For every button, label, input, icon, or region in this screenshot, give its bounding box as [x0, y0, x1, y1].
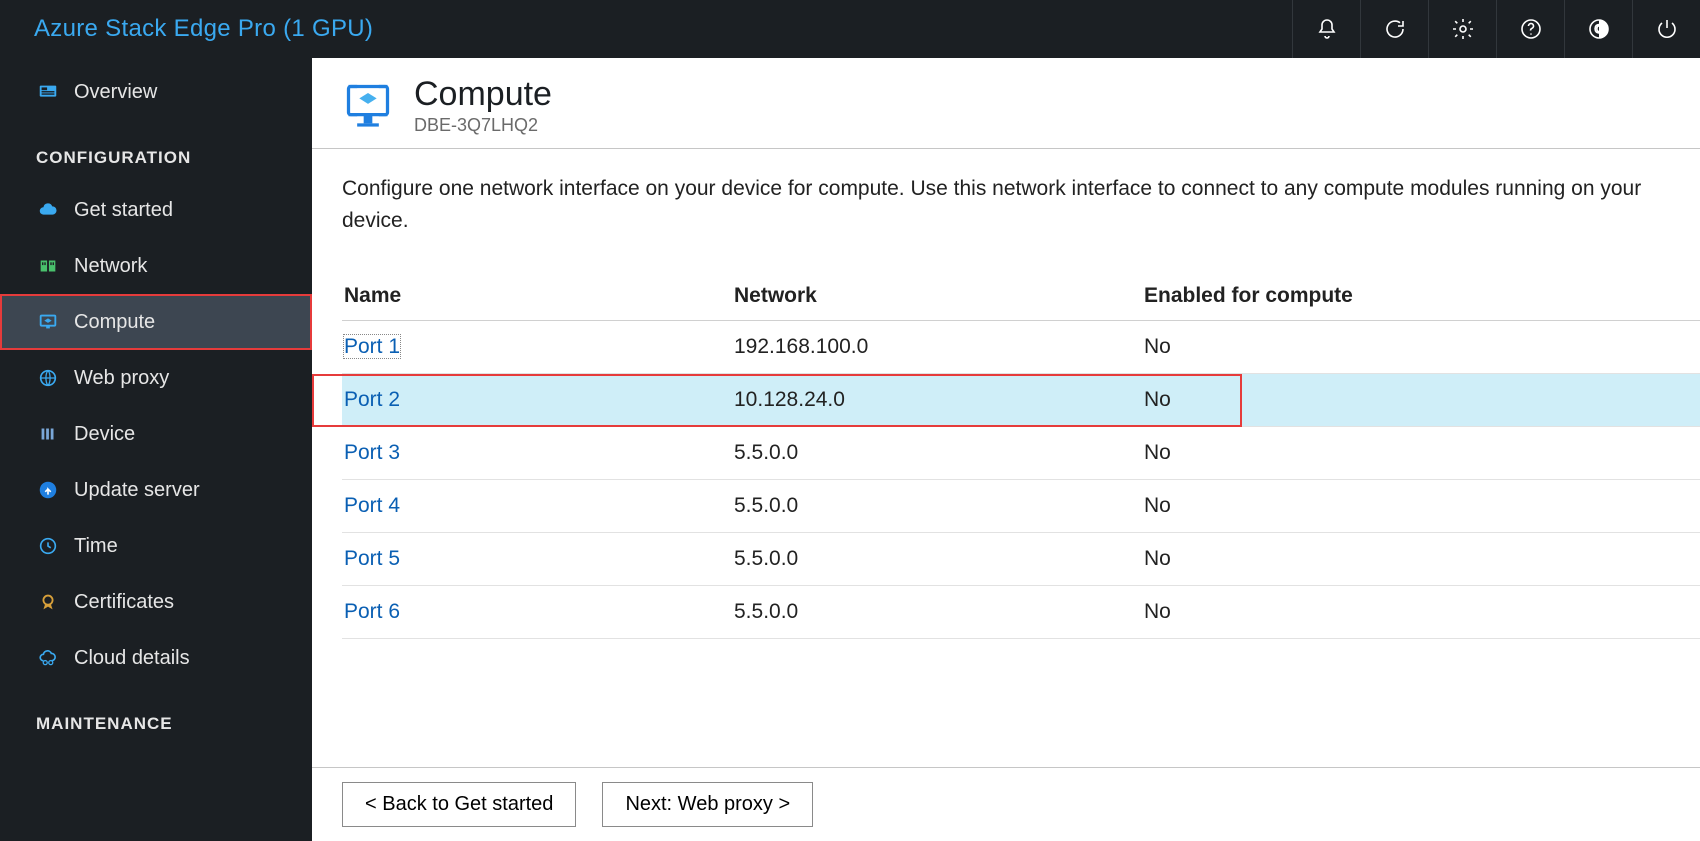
sidebar-item-label: Web proxy	[74, 367, 169, 390]
table-row[interactable]: Port 5 5.5.0.0No	[342, 533, 1700, 586]
sidebar-item-device[interactable]: Device	[0, 406, 312, 462]
power-icon[interactable]	[1632, 0, 1700, 58]
sidebar-item-get-started[interactable]: Get started	[0, 182, 312, 238]
page-header: Compute DBE-3Q7LHQ2	[312, 58, 1700, 140]
clock-icon	[36, 534, 60, 558]
sidebar-section-maintenance: MAINTENANCE	[0, 686, 312, 748]
settings-icon[interactable]	[1428, 0, 1496, 58]
port-link[interactable]: Port 1	[344, 335, 400, 358]
app-title: Azure Stack Edge Pro (1 GPU)	[34, 15, 373, 43]
sidebar-item-label: Certificates	[74, 591, 174, 614]
table-row[interactable]: Port 4 5.5.0.0No	[342, 480, 1700, 533]
col-name: Name	[342, 274, 732, 321]
sidebar-item-label: Device	[74, 423, 135, 446]
port-link[interactable]: Port 2	[344, 388, 400, 411]
sidebar: Overview CONFIGURATION Get started Netwo…	[0, 58, 312, 841]
port-enabled: No	[1142, 533, 1700, 586]
cloud-gear-icon	[36, 646, 60, 670]
help-icon[interactable]	[1496, 0, 1564, 58]
port-network: 5.5.0.0	[732, 480, 1142, 533]
port-link[interactable]: Port 6	[344, 600, 400, 623]
top-bar: Azure Stack Edge Pro (1 GPU) C	[0, 0, 1700, 58]
refresh-icon[interactable]	[1360, 0, 1428, 58]
sidebar-item-label: Get started	[74, 199, 173, 222]
compute-icon	[36, 310, 60, 334]
certificate-icon	[36, 590, 60, 614]
contrast-icon[interactable]: C	[1564, 0, 1632, 58]
sidebar-item-update-server[interactable]: Update server	[0, 462, 312, 518]
port-network: 10.128.24.0	[732, 374, 1142, 427]
port-network: 5.5.0.0	[732, 427, 1142, 480]
sidebar-item-compute[interactable]: Compute	[0, 294, 312, 350]
sidebar-item-web-proxy[interactable]: Web proxy	[0, 350, 312, 406]
table-row[interactable]: Port 1 192.168.100.0No	[342, 321, 1700, 374]
sidebar-item-cloud-details[interactable]: Cloud details	[0, 630, 312, 686]
sidebar-item-label: Cloud details	[74, 647, 190, 670]
port-link[interactable]: Port 4	[344, 494, 400, 517]
back-button[interactable]: < Back to Get started	[342, 782, 576, 827]
sidebar-item-label: Compute	[74, 311, 155, 334]
cloud-icon	[36, 198, 60, 222]
sidebar-item-certificates[interactable]: Certificates	[0, 574, 312, 630]
overview-icon	[36, 80, 60, 104]
port-enabled: No	[1142, 586, 1700, 639]
update-icon	[36, 478, 60, 502]
table-row[interactable]: Port 3 5.5.0.0No	[342, 427, 1700, 480]
port-network: 5.5.0.0	[732, 533, 1142, 586]
page-title: Compute	[414, 76, 552, 113]
port-enabled: No	[1142, 480, 1700, 533]
sidebar-item-time[interactable]: Time	[0, 518, 312, 574]
page-description: Configure one network interface on your …	[312, 149, 1700, 244]
port-enabled: No	[1142, 374, 1700, 427]
device-icon	[36, 422, 60, 446]
port-link[interactable]: Port 5	[344, 547, 400, 570]
sidebar-item-label: Update server	[74, 479, 200, 502]
next-button[interactable]: Next: Web proxy >	[602, 782, 813, 827]
sidebar-item-network[interactable]: Network	[0, 238, 312, 294]
table-row[interactable]: Port 6 5.5.0.0No	[342, 586, 1700, 639]
port-network: 5.5.0.0	[732, 586, 1142, 639]
sidebar-item-label: Network	[74, 255, 147, 278]
table-row[interactable]: Port 2 10.128.24.0No	[342, 374, 1700, 427]
svg-text:C: C	[1594, 22, 1603, 36]
ports-table: Name Network Enabled for compute Port 1 1…	[342, 274, 1700, 639]
port-network: 192.168.100.0	[732, 321, 1142, 374]
main-panel: Compute DBE-3Q7LHQ2 Configure one networ…	[312, 58, 1700, 841]
wizard-footer: < Back to Get started Next: Web proxy >	[312, 767, 1700, 827]
sidebar-item-overview[interactable]: Overview	[0, 64, 312, 120]
network-icon	[36, 254, 60, 278]
sidebar-item-label: Overview	[74, 81, 157, 104]
port-enabled: No	[1142, 321, 1700, 374]
port-enabled: No	[1142, 427, 1700, 480]
notifications-icon[interactable]	[1292, 0, 1360, 58]
device-id: DBE-3Q7LHQ2	[414, 115, 552, 136]
globe-icon	[36, 366, 60, 390]
sidebar-section-configuration: CONFIGURATION	[0, 120, 312, 182]
compute-header-icon	[340, 78, 396, 134]
sidebar-item-label: Time	[74, 535, 118, 558]
port-link[interactable]: Port 3	[344, 441, 400, 464]
col-network: Network	[732, 274, 1142, 321]
col-enabled: Enabled for compute	[1142, 274, 1700, 321]
